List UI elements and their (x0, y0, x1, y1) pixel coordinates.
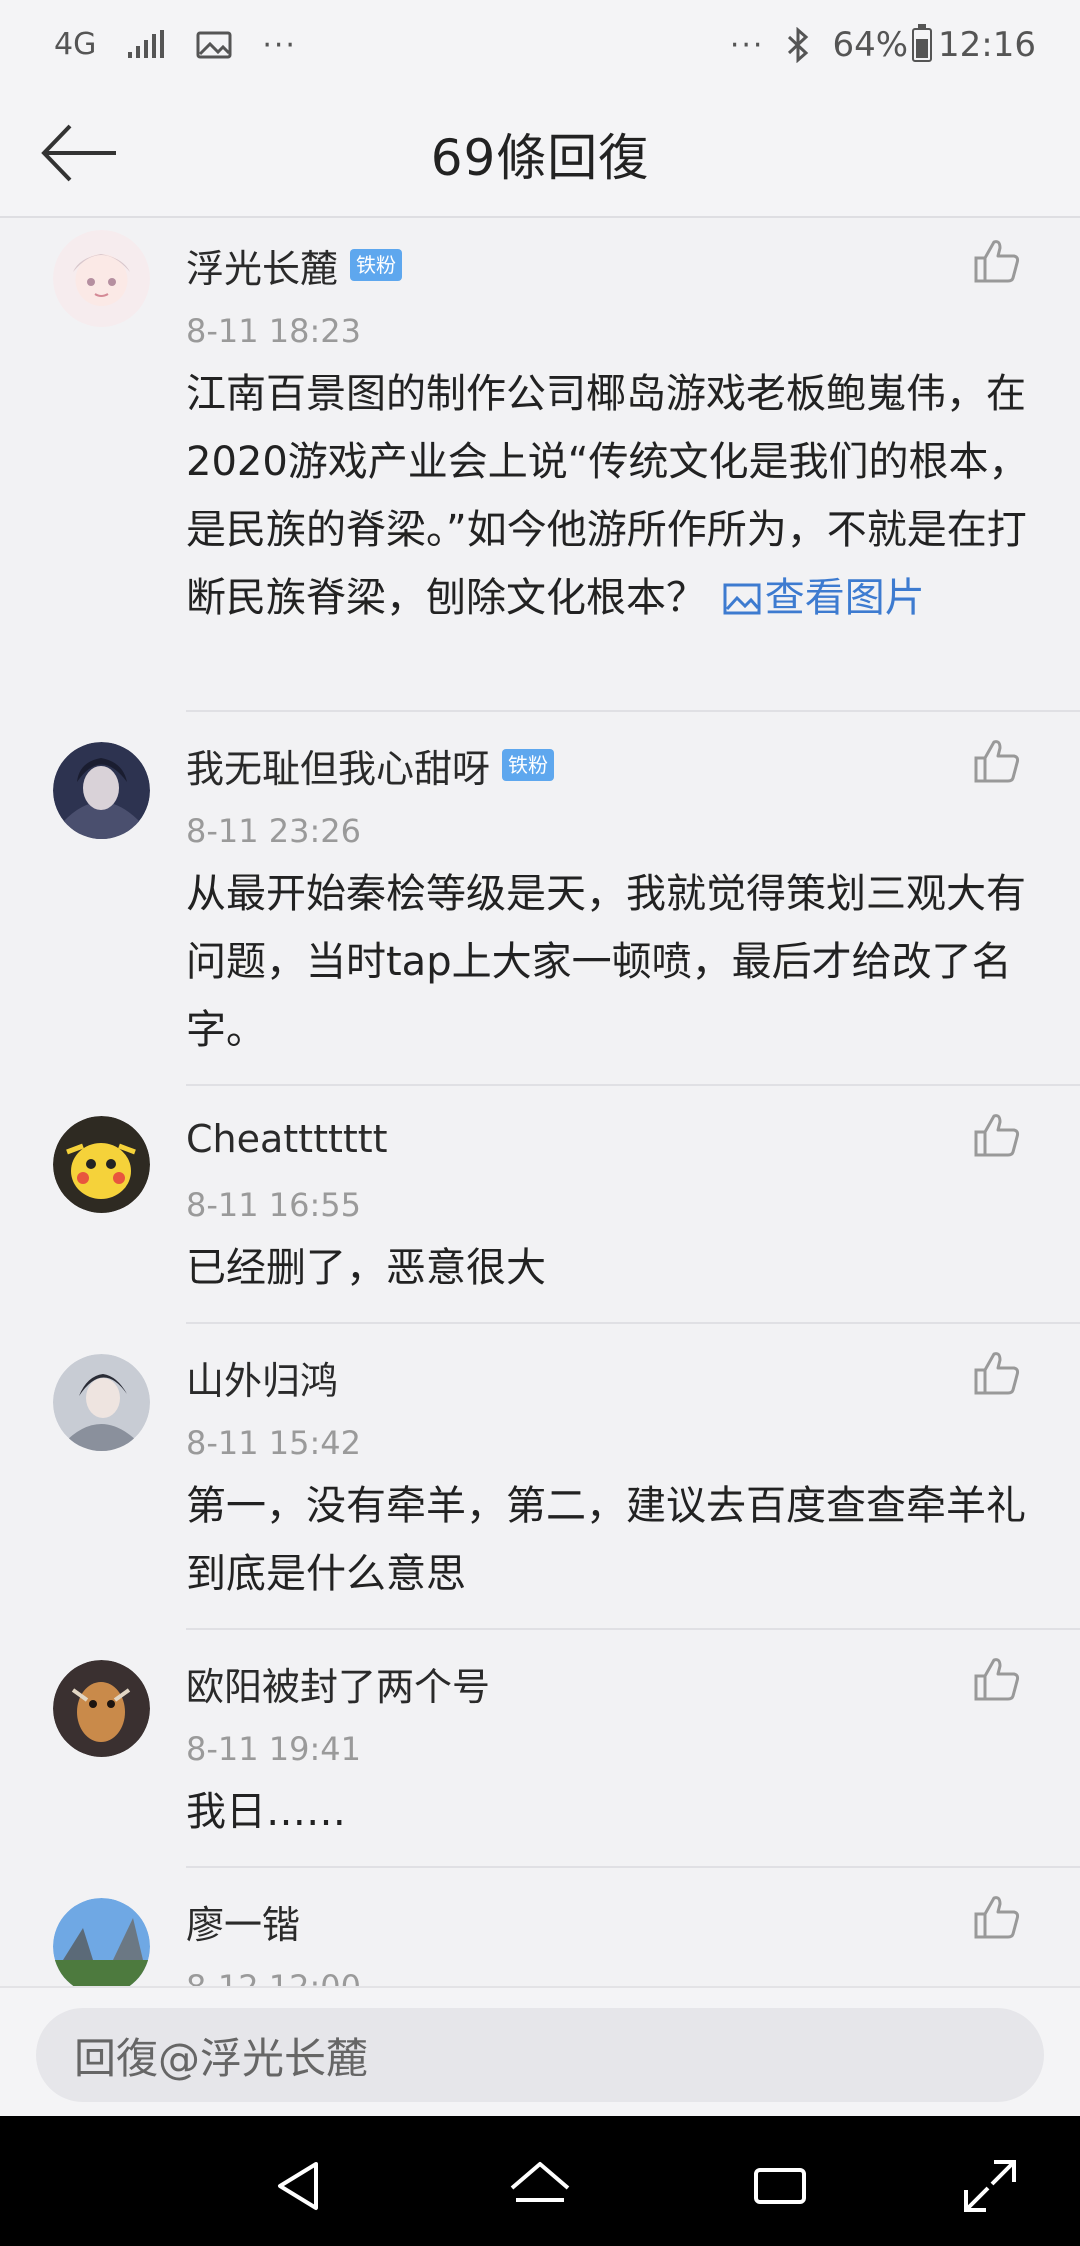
fan-badge: 铁粉 (350, 249, 403, 281)
status-right: ··· 64% 12:16 (729, 24, 1036, 65)
thumbs-up-icon (974, 740, 1020, 783)
page-title: 69條回復 (430, 129, 650, 187)
avatar[interactable] (53, 1116, 150, 1213)
signal-icon (128, 30, 165, 58)
thumbs-up-icon (974, 1114, 1020, 1157)
avatar[interactable] (53, 1660, 150, 1757)
comment-header: 我无耻但我心甜呀 铁粉 (186, 730, 1030, 800)
status-more-icon: ··· (729, 27, 765, 63)
nav-expand-button[interactable] (960, 2156, 1020, 2216)
view-image-link[interactable]: 查看图片 (719, 575, 925, 621)
comment-header: 欧阳被封了两个号 (186, 1648, 1030, 1718)
timestamp: 8-12 12:00 (186, 1962, 1030, 1986)
like-button[interactable] (972, 1654, 1022, 1704)
like-button[interactable] (972, 1892, 1022, 1942)
nav-back-button[interactable] (270, 2156, 330, 2216)
comment-text: 已经删了，恶意很大 (186, 1245, 546, 1291)
thumbs-up-icon (974, 1658, 1020, 1701)
like-button[interactable] (972, 1348, 1022, 1398)
timestamp: 8-11 18:23 (186, 312, 362, 350)
comment-item: 我无耻但我心甜呀 铁粉 8-11 23:26 从最开始秦桧等级是天，我就觉得策划… (0, 712, 1080, 1084)
comment-item: Cheattttttt 8-11 16:55 已经删了，恶意很大 (0, 1086, 1080, 1322)
network-type: 4G (54, 27, 97, 62)
thumbs-up-icon (974, 1896, 1020, 1939)
comment-text: 我日…… (186, 1789, 346, 1835)
reply-bar: 回復@浮光长麓 (0, 1986, 1080, 2116)
home-icon (510, 2162, 570, 2202)
nav-recents-button[interactable] (750, 2156, 810, 2216)
username[interactable]: 山外归鸿 (186, 1350, 338, 1405)
avatar[interactable] (53, 1354, 150, 1451)
gallery-notification-icon (196, 31, 232, 59)
battery-percent: 64% (832, 25, 909, 65)
thumbs-up-icon (974, 240, 1020, 283)
nav-home-button[interactable] (508, 2156, 570, 2216)
status-left: 4G ··· (54, 28, 297, 63)
comment-header: Cheattttttt (186, 1104, 1030, 1174)
back-button[interactable] (40, 118, 120, 188)
comment-header: 浮光长麓 铁粉 (186, 230, 1030, 300)
timestamp: 8-11 23:26 (186, 812, 362, 850)
like-button[interactable] (972, 236, 1022, 286)
like-button[interactable] (972, 1110, 1022, 1160)
timestamp: 8-11 16:55 (186, 1186, 362, 1224)
image-icon (723, 583, 761, 615)
top-app-bar: 69條回復 (0, 90, 1080, 218)
comment-list[interactable]: 浮光长麓 铁粉 8-11 18:23 江南百景图的制作公司椰岛游戏老板鲍嵬伟，在… (0, 218, 1080, 1986)
timestamp: 8-11 15:42 (186, 1424, 362, 1462)
username[interactable]: 欧阳被封了两个号 (186, 1656, 490, 1711)
comment-text: 从最开始秦桧等级是天，我就觉得策划三观大有问题，当时tap上大家一顿喷，最后才给… (186, 871, 1026, 1053)
reply-input[interactable]: 回復@浮光长麓 (36, 2008, 1044, 2102)
username[interactable]: 浮光长麓 (186, 238, 338, 293)
back-triangle-icon (278, 2162, 318, 2210)
comment-item: 廖一锴 8-12 12:00 (0, 1868, 1080, 1986)
like-button[interactable] (972, 736, 1022, 786)
expand-icon (964, 2160, 1016, 2212)
avatar[interactable] (53, 742, 150, 839)
recents-icon (754, 2168, 806, 2204)
system-navigation-bar (0, 2116, 1080, 2246)
avatar[interactable] (53, 230, 150, 327)
username[interactable]: 我无耻但我心甜呀 (186, 738, 490, 793)
timestamp: 8-11 19:41 (186, 1730, 362, 1768)
avatar[interactable] (53, 1898, 150, 1986)
comment-item: 欧阳被封了两个号 8-11 19:41 我日…… (0, 1630, 1080, 1866)
username[interactable]: 廖一锴 (186, 1894, 300, 1949)
comment-header: 山外归鸿 (186, 1342, 1030, 1412)
comment-item: 浮光长麓 铁粉 8-11 18:23 江南百景图的制作公司椰岛游戏老板鲍嵬伟，在… (0, 218, 1080, 710)
comment-text: 江南百景图的制作公司椰岛游戏老板鲍嵬伟，在2020游戏产业会上说“传统文化是我们… (186, 371, 1029, 621)
more-notifications-icon: ··· (262, 27, 297, 63)
comment-text: 第一，没有牵羊，第二，建议去百度查查牵羊礼到底是什么意思 (186, 1483, 1026, 1597)
username[interactable]: Cheattttttt (186, 1117, 388, 1161)
thumbs-up-icon (974, 1352, 1020, 1395)
fan-badge: 铁粉 (502, 749, 555, 781)
back-arrow-icon (41, 124, 116, 182)
status-bar: 4G ··· ··· 64% 12:16 (0, 0, 1080, 90)
comment-header: 廖一锴 (186, 1886, 1030, 1956)
comment-item: 山外归鸿 8-11 15:42 第一，没有牵羊，第二，建议去百度查查牵羊礼到底是… (0, 1324, 1080, 1628)
clock: 12:16 (938, 25, 1036, 65)
bluetooth-icon (788, 27, 809, 63)
battery-icon (912, 24, 933, 62)
